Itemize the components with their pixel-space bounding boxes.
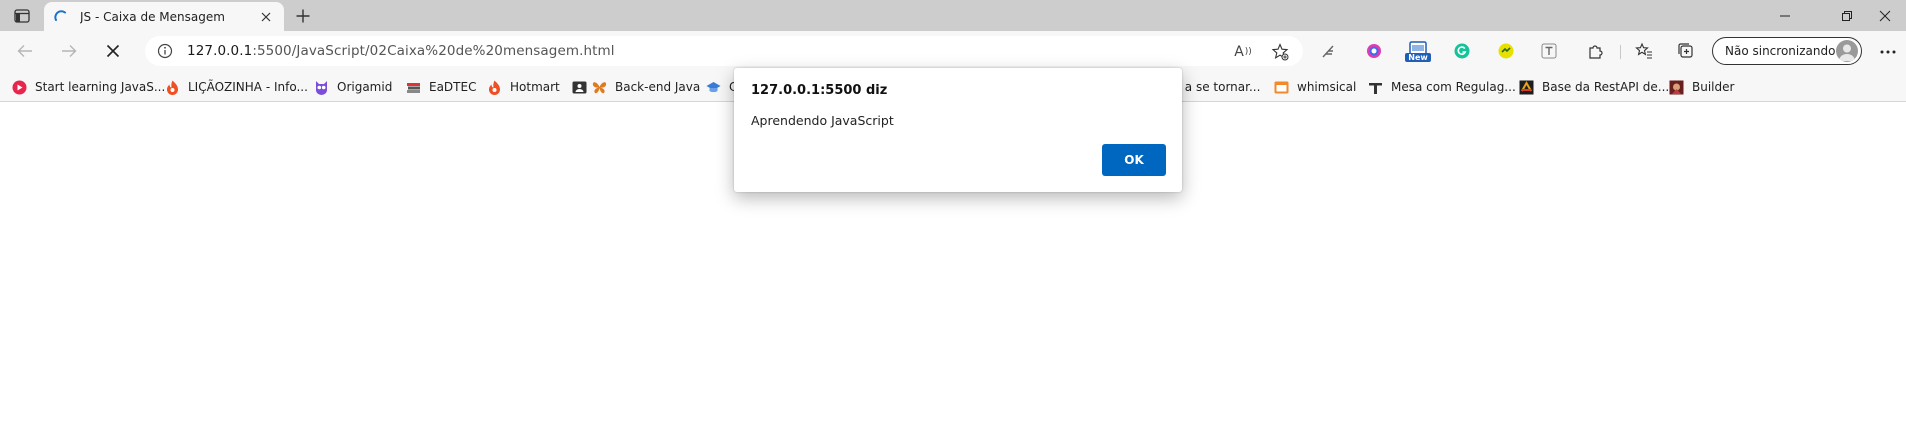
- extensions-puzzle-icon[interactable]: [1586, 41, 1606, 61]
- bookmark-item[interactable]: C: [706, 77, 737, 97]
- owl-icon: [314, 80, 329, 95]
- grammarly-extension-icon[interactable]: [1452, 41, 1472, 61]
- new-extension-icon[interactable]: New: [1405, 38, 1431, 64]
- collections-icon[interactable]: [1676, 41, 1696, 61]
- tab-actions-icon[interactable]: [8, 6, 36, 26]
- flame-icon: [165, 80, 180, 95]
- bookmark-item[interactable]: Mesa com Regulag...: [1368, 77, 1516, 97]
- loading-spinner-icon: [54, 9, 66, 21]
- bookmark-item[interactable]: LIÇÃOZINHA - Info...: [165, 77, 308, 97]
- tile-icon: [1519, 80, 1534, 95]
- bookmark-item[interactable]: EaDTEC: [406, 77, 476, 97]
- read-aloud-icon[interactable]: A)): [1233, 42, 1253, 62]
- site-info-icon[interactable]: [157, 43, 173, 59]
- whimsical-icon: [1274, 80, 1289, 95]
- bookmark-item[interactable]: whimsical: [1274, 77, 1356, 97]
- tab-close-icon[interactable]: [258, 9, 274, 25]
- bookmark-item[interactable]: Hotmart: [487, 77, 560, 97]
- active-tab[interactable]: JS - Caixa de Mensagem: [44, 2, 284, 31]
- url-path: :5500/JavaScript/02Caixa%20de%20mensagem…: [252, 43, 615, 59]
- color-picker-extension-icon[interactable]: [1364, 41, 1384, 61]
- dialog-message: Aprendendo JavaScript: [751, 113, 894, 128]
- bookmark-item[interactable]: Start learning JavaS...: [12, 77, 165, 97]
- tab-strip: JS - Caixa de Mensagem: [0, 0, 1906, 31]
- cap-icon: [706, 80, 721, 95]
- url-text: 127.0.0.1:5500/JavaScript/02Caixa%20de%2…: [187, 43, 615, 59]
- address-bar[interactable]: 127.0.0.1:5500/JavaScript/02Caixa%20de%2…: [145, 36, 1303, 66]
- toolbar-separator: [1620, 45, 1621, 59]
- back-button[interactable]: [12, 39, 38, 63]
- builder-icon: [1669, 80, 1684, 95]
- red-circle-icon: [12, 80, 27, 95]
- bookmark-item[interactable]: Base da RestAPI de...: [1519, 77, 1669, 97]
- new-tab-button[interactable]: [292, 5, 314, 27]
- new-badge: New: [1405, 52, 1431, 62]
- bookmark-item[interactable]: Back-end Java: [572, 77, 700, 97]
- font-extension-icon[interactable]: [1539, 41, 1559, 61]
- close-window-button[interactable]: [1862, 4, 1906, 28]
- feather-extension-icon[interactable]: [1318, 41, 1338, 61]
- avatar: [1836, 40, 1858, 62]
- forward-button[interactable]: [56, 39, 82, 63]
- url-host: 127.0.0.1: [187, 43, 253, 59]
- butterfly-icon: [592, 80, 607, 95]
- add-favorite-icon[interactable]: [1270, 42, 1290, 62]
- profile-card-icon: [572, 80, 587, 95]
- bookmark-item[interactable]: Builder: [1669, 77, 1734, 97]
- profile-button[interactable]: Não sincronizando: [1712, 37, 1862, 65]
- profile-status-label: Não sincronizando: [1725, 44, 1836, 58]
- minimize-button[interactable]: [1762, 4, 1808, 28]
- browser-toolbar: 127.0.0.1:5500/JavaScript/02Caixa%20de%2…: [0, 31, 1906, 71]
- dialog-title: 127.0.0.1:5500 diz: [751, 83, 888, 98]
- yellow-extension-icon[interactable]: [1496, 41, 1516, 61]
- books-icon: [406, 80, 421, 95]
- favorites-icon[interactable]: [1634, 41, 1654, 61]
- flame-icon: [487, 80, 502, 95]
- ok-button[interactable]: OK: [1102, 144, 1166, 176]
- stop-loading-button[interactable]: [100, 39, 126, 63]
- bookmark-item[interactable]: Origamid: [314, 77, 392, 97]
- alert-dialog: 127.0.0.1:5500 diz Aprendendo JavaScript…: [734, 68, 1182, 192]
- settings-more-icon[interactable]: [1878, 43, 1898, 61]
- tab-title: JS - Caixa de Mensagem: [80, 9, 225, 24]
- tool-icon: [1368, 80, 1383, 95]
